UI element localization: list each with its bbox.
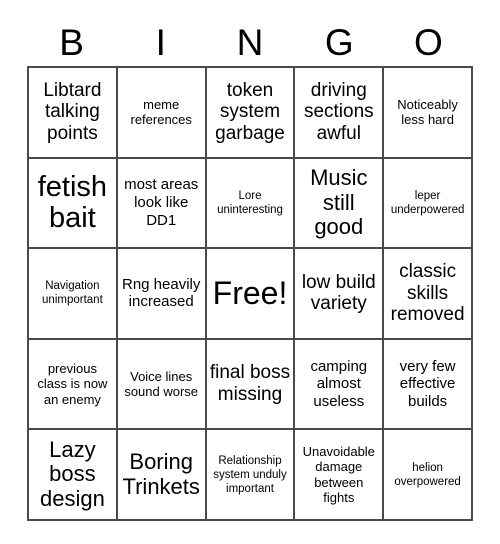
bingo-cell[interactable]: Navigation unimportant	[29, 249, 118, 340]
bingo-cell[interactable]: Music still good	[295, 158, 385, 250]
bingo-cell[interactable]: most areas look like DD1	[117, 158, 207, 250]
bingo-cell-text: Lazy boss design	[39, 436, 105, 511]
bingo-cell[interactable]: camping almost useless	[295, 339, 385, 431]
bingo-cell[interactable]: final boss missing	[206, 339, 296, 431]
bingo-cell-text: most areas look like DD1	[124, 176, 199, 229]
bingo-cell-text: Navigation unimportant	[42, 280, 103, 307]
bingo-cell-text: Voice lines sound worse	[124, 368, 199, 400]
bingo-cell[interactable]: token system garbage	[206, 68, 296, 159]
bingo-cell-text: driving sections awful	[303, 79, 374, 145]
bingo-cell[interactable]: leper underpowered	[384, 158, 473, 250]
bingo-cell[interactable]: Noticeably less hard	[384, 68, 473, 159]
bingo-cell-text: camping almost useless	[310, 357, 368, 410]
bingo-cell-text: helion overpowered	[394, 461, 461, 488]
bingo-cell[interactable]: Relationship system unduly important	[206, 430, 296, 521]
bingo-cell[interactable]: helion overpowered	[384, 430, 473, 521]
bingo-cell-text: classic skills removed	[390, 261, 465, 326]
bingo-cell[interactable]: Rng heavily increased	[117, 249, 207, 340]
bingo-cell-text: Boring Trinkets	[122, 449, 200, 499]
header-letter-o: O	[414, 21, 443, 63]
bingo-cell[interactable]: Unavoidable damage between fights	[295, 430, 385, 521]
bingo-cell-text: token system garbage	[215, 79, 285, 145]
bingo-cell[interactable]: meme references	[117, 68, 207, 159]
bingo-cell-text: Unavoidable damage between fights	[302, 443, 375, 506]
bingo-cell[interactable]: Lore uninteresting	[206, 158, 296, 250]
bingo-cell-text: Lore uninteresting	[217, 189, 283, 216]
bingo-cell-text: meme references	[130, 96, 192, 128]
bingo-cell-text: Music still good	[310, 164, 368, 240]
bingo-cell-text: Free!	[212, 274, 288, 311]
bingo-cell-text: previous class is now an enemy	[37, 360, 108, 407]
bingo-cell[interactable]: driving sections awful	[295, 68, 385, 159]
bingo-cell-text: fetish bait	[37, 170, 108, 234]
bingo-cell[interactable]: Boring Trinkets	[117, 430, 207, 521]
header-letter-n: N	[236, 21, 264, 63]
header-letter-i: I	[155, 21, 166, 63]
bingo-cell[interactable]: Libtard talking points	[29, 68, 118, 159]
bingo-cell-text: low build variety	[301, 271, 376, 315]
bingo-cell[interactable]: low build variety	[295, 249, 385, 340]
bingo-cell-text: Rng heavily increased	[122, 275, 201, 311]
bingo-cell-text: Libtard talking points	[43, 79, 102, 145]
bingo-cell[interactable]: classic skills removed	[384, 249, 473, 340]
bingo-cell[interactable]: fetish bait	[29, 158, 118, 250]
header-letter-b: B	[59, 21, 84, 63]
bingo-cell-text: final boss missing	[209, 362, 291, 406]
bingo-cell-free[interactable]: Free!	[206, 249, 296, 340]
bingo-cell-text: Relationship system unduly important	[213, 454, 287, 495]
header-letter-g: G	[324, 21, 354, 63]
bingo-cell[interactable]: very few effective builds	[384, 339, 473, 431]
bingo-cell-text: Noticeably less hard	[397, 96, 458, 128]
bingo-card: B I N G O Libtard talking points meme re…	[0, 0, 500, 544]
bingo-cell-text: very few effective builds	[399, 357, 456, 410]
bingo-cell[interactable]: previous class is now an enemy	[29, 339, 118, 431]
bingo-grid: Libtard talking points meme references t…	[27, 66, 473, 521]
bingo-header: B I N G O	[27, 18, 473, 66]
bingo-cell[interactable]: Lazy boss design	[29, 430, 118, 521]
bingo-cell[interactable]: Voice lines sound worse	[117, 339, 207, 431]
bingo-cell-text: leper underpowered	[390, 189, 465, 216]
